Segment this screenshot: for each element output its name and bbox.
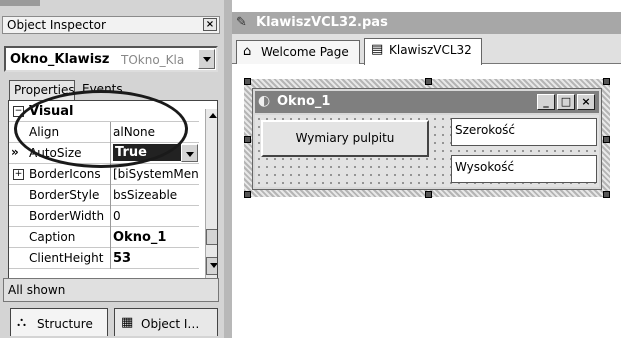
property-row-borderwidth[interactable]: BorderWidth 0 (9, 206, 199, 227)
form-caption: Okno_1 (277, 94, 331, 109)
resize-handle[interactable] (603, 78, 610, 85)
height-label[interactable]: Wysokość (451, 155, 597, 183)
tab-object-inspector[interactable]: ▦ Object I… (114, 308, 218, 336)
object-selector-combo[interactable]: Okno_Klawisz TOkno_Kla (4, 46, 218, 72)
resize-handle[interactable] (425, 78, 432, 85)
property-value[interactable]: [biSystemMen (113, 167, 199, 181)
tab-object-inspector-label: Object I… (141, 317, 200, 331)
file-edit-icon: ✎ (236, 15, 247, 30)
width-label[interactable]: Szerokość (451, 118, 597, 146)
status-text: All shown (8, 283, 66, 297)
tab-structure-label: Structure (37, 317, 93, 331)
property-name: BorderIcons (29, 167, 101, 181)
maximize-icon[interactable]: □ (557, 94, 575, 110)
column-separator (110, 185, 111, 206)
property-name: ClientHeight (29, 251, 104, 265)
editor-pane: ✎ KlawiszVCL32.pas ⌂ Welcome Page ▤ Klaw… (232, 0, 621, 338)
expand-icon[interactable]: + (13, 169, 24, 180)
chevron-down-icon[interactable] (181, 144, 198, 162)
property-value[interactable]: bsSizeable (113, 188, 199, 202)
property-value[interactable]: 0 (113, 209, 199, 223)
tab-welcome-label: Welcome Page (261, 45, 349, 59)
resize-handle[interactable] (425, 191, 432, 198)
minimize-icon[interactable]: _ (537, 94, 555, 110)
panel-splitter[interactable] (224, 0, 232, 338)
scroll-thumb[interactable] (206, 229, 217, 245)
object-inspector-icon: ▦ (121, 315, 134, 330)
close-icon[interactable]: × (577, 94, 595, 110)
property-row-clientheight[interactable]: ClientHeight 53 (9, 248, 199, 269)
column-separator (110, 248, 111, 269)
column-separator (110, 227, 111, 248)
property-grid-scrollbar[interactable] (205, 109, 217, 285)
form-client-area[interactable]: Wymiary pulpitu Szerokość Wysokość (255, 115, 599, 187)
inspector-status-bar: All shown (3, 278, 219, 302)
property-value[interactable]: 53 (113, 251, 199, 266)
designer-form-window[interactable]: ◐ Okno_1 _ □ × Wymiary pulpitu Szerokość… (252, 88, 602, 190)
scroll-down-icon[interactable] (206, 257, 217, 275)
editor-tab-strip: ⌂ Welcome Page ▤ KlawiszVCL32 (232, 34, 621, 65)
resize-handle[interactable] (244, 136, 251, 143)
property-row-caption[interactable]: Caption Okno_1 (9, 227, 199, 248)
selected-row-arrow-icon: » (11, 145, 19, 159)
resize-handle[interactable] (244, 78, 251, 85)
property-name: BorderWidth (29, 209, 105, 223)
tab-klawisz-label: KlawiszVCL32 (389, 43, 472, 57)
scroll-up-icon[interactable] (206, 109, 217, 123)
object-class: TOkno_Kla (121, 53, 185, 67)
column-separator (110, 206, 111, 227)
resize-handle[interactable] (244, 191, 251, 198)
close-icon[interactable]: × (203, 18, 217, 31)
panel-top-strip (0, 0, 40, 6)
property-value[interactable]: Okno_1 (113, 230, 199, 245)
object-name: Okno_Klawisz (10, 52, 110, 67)
highlight-ellipse (14, 90, 188, 168)
property-row-borderstyle[interactable]: BorderStyle bsSizeable (9, 185, 199, 206)
editor-title: KlawiszVCL32.pas (256, 15, 388, 30)
form-file-icon: ▤ (371, 42, 384, 57)
tab-klawiszvcl32[interactable]: ▤ KlawiszVCL32 (364, 38, 482, 65)
structure-icon: ⛬ (17, 315, 27, 330)
chevron-down-icon[interactable] (198, 49, 215, 69)
object-inspector-panel: Object Inspector × Okno_Klawisz TOkno_Kl… (0, 0, 224, 338)
editor-title-bar: ✎ KlawiszVCL32.pas (232, 12, 621, 34)
home-icon: ⌂ (243, 44, 252, 59)
tab-welcome-page[interactable]: ⌂ Welcome Page (236, 40, 360, 64)
resize-handle[interactable] (603, 191, 610, 198)
inspector-title: Object Inspector (7, 18, 106, 32)
form-icon: ◐ (258, 93, 271, 109)
wymiary-pulpitu-button[interactable]: Wymiary pulpitu (261, 120, 429, 157)
property-name: Caption (29, 230, 76, 244)
property-name: BorderStyle (29, 188, 100, 202)
inspector-title-bar: Object Inspector × (2, 16, 220, 34)
form-caption-bar[interactable]: ◐ Okno_1 _ □ × (255, 91, 599, 113)
resize-handle[interactable] (603, 136, 610, 143)
tab-structure[interactable]: ⛬ Structure (10, 308, 108, 336)
